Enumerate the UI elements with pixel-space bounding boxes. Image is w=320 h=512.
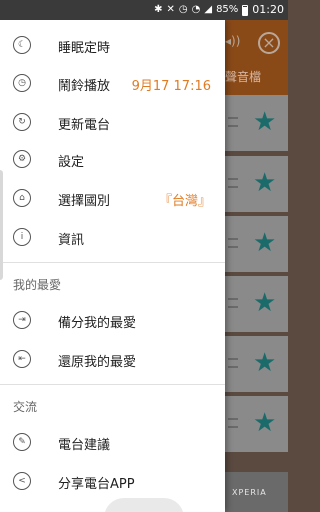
home-icon: ⌂ [13,189,31,207]
battery-icon [242,4,249,16]
battery-percentage: 85% [216,4,239,15]
background-tab-label: 聲音檔 [225,70,262,84]
drag-handle-icon[interactable] [228,117,238,127]
share-icon: < [13,472,31,490]
bottom-handle[interactable] [104,498,184,512]
star-icon[interactable]: ★ [253,107,276,137]
menu-item-sleep-timer[interactable]: ☾ 睡眠定時 [0,26,225,65]
wifi-icon: ◔ [191,4,201,15]
menu-item-label: 選擇國別 [58,194,111,209]
drag-handle-icon[interactable] [228,358,238,368]
close-icon[interactable]: × [258,32,280,54]
status-bar: ✱ ✕ ◷ ◔ ◢ 85% 01:20 [0,0,288,20]
star-icon[interactable]: ★ [253,408,276,438]
menu-item-info[interactable]: i 資訊 [0,218,225,257]
star-icon[interactable]: ★ [253,168,276,198]
backup-icon: ⇥ [13,311,31,329]
menu-item-restore-favorites[interactable]: ⇤ 還原我的最愛 [0,340,225,379]
star-icon[interactable]: ★ [253,288,276,318]
alarm-icon: ◷ [178,4,188,15]
feedback-icon: ✎ [13,433,31,451]
navigation-drawer: ☾ 睡眠定時 ◷ 鬧鈴播放 9月17 17:16 ↻ 更新電台 ⚙ 設定 ⌂ 選… [0,20,225,512]
menu-item-settings[interactable]: ⚙ 設定 [0,140,225,179]
exchange-section-header: 交流 [13,400,38,414]
menu-item-label: 分享電台APP [58,477,135,492]
alarm-time-value: 9月17 17:16 [131,79,211,94]
menu-item-label: 睡眠定時 [58,41,111,56]
refresh-icon: ↻ [13,113,31,131]
menu-item-label: 資訊 [58,233,85,248]
menu-item-backup-favorites[interactable]: ⇥ 備分我的最愛 [0,301,225,340]
menu-item-update-stations[interactable]: ↻ 更新電台 [0,103,225,142]
signal-icon: ◢ [204,4,213,15]
menu-item-label: 備分我的最愛 [58,316,137,331]
menu-item-share-app[interactable]: < 分享電台APP [0,462,225,501]
bluetooth-icon: ✱ [154,4,163,15]
status-icons: ✱ ✕ ◷ ◔ ◢ 85% 01:20 [154,3,284,17]
menu-item-label: 還原我的最愛 [58,355,137,370]
ad-text: XPERIA [232,488,267,497]
divider [0,384,225,385]
gear-icon: ⚙ [13,150,31,168]
divider [0,262,225,263]
menu-item-label: 鬧鈴播放 [58,79,111,94]
drawer-edge-handle[interactable] [0,170,3,280]
menu-item-select-country[interactable]: ⌂ 選擇國別 『台灣』 [0,179,225,218]
menu-item-station-suggestion[interactable]: ✎ 電台建議 [0,423,225,462]
menu-item-label: 設定 [58,155,85,170]
menu-item-alarm-playback[interactable]: ◷ 鬧鈴播放 9月17 17:16 [0,64,225,103]
drag-handle-icon[interactable] [228,178,238,188]
menu-item-label: 更新電台 [58,118,111,133]
volume-icon: ◂)) [225,34,241,48]
restore-icon: ⇤ [13,350,31,368]
clock: 01:20 [252,3,284,16]
drag-handle-icon[interactable] [228,418,238,428]
country-value: 『台灣』 [158,194,211,209]
mute-icon: ✕ [166,4,175,15]
drag-handle-icon[interactable] [228,238,238,248]
star-icon[interactable]: ★ [253,348,276,378]
menu-item-label: 電台建議 [58,438,111,453]
star-icon[interactable]: ★ [253,228,276,258]
alarm-clock-icon: ◷ [13,74,31,92]
drag-handle-icon[interactable] [228,298,238,308]
favorites-section-header: 我的最愛 [13,278,62,292]
info-icon: i [13,228,31,246]
moon-icon: ☾ [13,36,31,54]
